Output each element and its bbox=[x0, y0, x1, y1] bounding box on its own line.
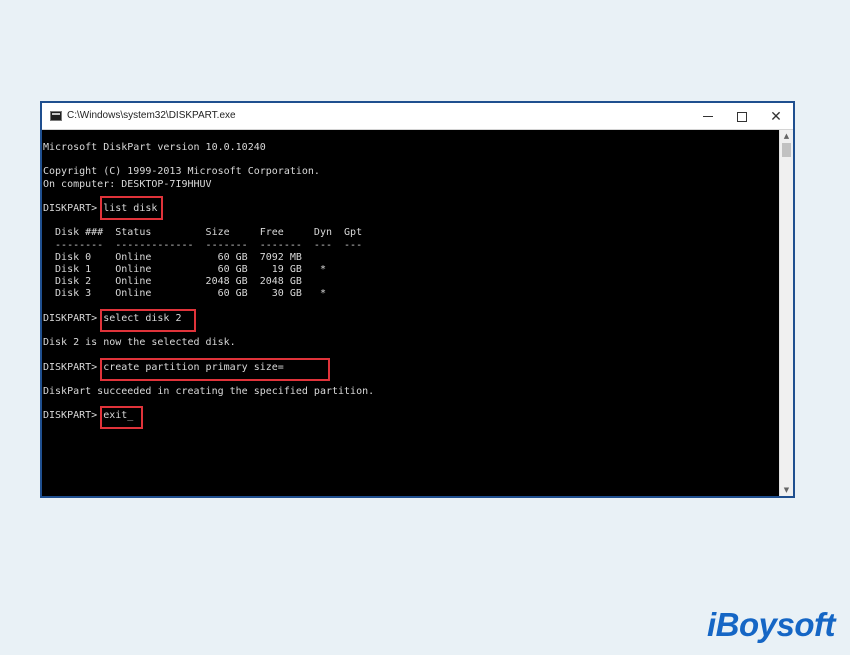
highlight-select-disk bbox=[100, 309, 196, 332]
close-icon: ✕ bbox=[770, 108, 782, 125]
window-title: C:\Windows\system32\DISKPART.exe bbox=[67, 110, 236, 121]
maximize-icon bbox=[737, 111, 747, 122]
vertical-scrollbar[interactable]: ▲ ▼ bbox=[779, 130, 793, 496]
chevron-up-icon[interactable]: ▲ bbox=[780, 130, 793, 142]
minimize-icon bbox=[703, 116, 713, 117]
highlight-exit bbox=[100, 406, 143, 429]
maximize-button[interactable] bbox=[725, 103, 759, 130]
diskpart-window: C:\Windows\system32\DISKPART.exe ✕ Micro… bbox=[40, 101, 795, 498]
minimize-button[interactable] bbox=[691, 103, 725, 130]
chevron-down-icon[interactable]: ▼ bbox=[780, 484, 793, 496]
title-bar[interactable]: C:\Windows\system32\DISKPART.exe ✕ bbox=[42, 103, 793, 130]
highlight-list-disk bbox=[100, 196, 163, 220]
brand-logo: iBoysoft bbox=[707, 606, 836, 643]
highlight-create-partition bbox=[100, 358, 330, 381]
console-app-icon bbox=[50, 111, 62, 121]
close-button[interactable]: ✕ bbox=[759, 103, 793, 130]
scrollbar-thumb[interactable] bbox=[782, 143, 791, 157]
